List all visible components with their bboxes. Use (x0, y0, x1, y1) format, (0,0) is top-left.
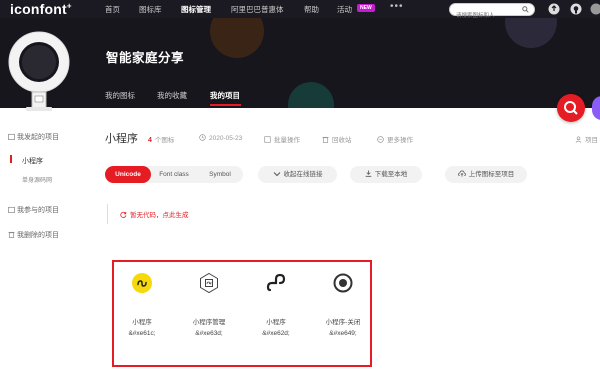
download-local-button[interactable]: 下载至本地 (350, 166, 422, 183)
edit-icon (264, 136, 271, 143)
nav-help[interactable]: 帮助 (304, 4, 319, 15)
icon-name: 小程序 (266, 319, 286, 326)
icon-code: &#xe649; (329, 330, 357, 337)
miniapp-yellow-icon (132, 273, 152, 293)
clock-icon (199, 134, 206, 141)
sidebar-item-miniapp[interactable]: 小程序 (22, 156, 43, 166)
icon-code: &#xe63d; (195, 330, 223, 337)
nav-icon-library[interactable]: 图标库 (139, 4, 162, 15)
user-avatar-icon[interactable] (590, 3, 600, 15)
refresh-icon (120, 211, 127, 218)
search-box[interactable] (449, 3, 535, 22)
generate-code-link[interactable]: 暂无代码，点此生成 (107, 204, 189, 224)
icon-card[interactable]: 小程序 &#xe61c; (110, 272, 174, 337)
project-banner (0, 18, 600, 108)
search-icon (564, 101, 578, 115)
search-icon[interactable] (522, 6, 529, 13)
icon-card[interactable]: 小程序 &#xe62d; (244, 272, 308, 337)
more-circle-icon (377, 136, 384, 143)
nav-activity[interactable]: 活动 (337, 4, 352, 15)
more-icon[interactable]: ••• (390, 1, 404, 12)
chevron-down-icon (273, 172, 280, 177)
nav-home[interactable]: 首页 (105, 4, 120, 15)
nav-icon-management[interactable]: 图标管理 (181, 4, 211, 15)
project-name: 小程序 (105, 133, 138, 145)
trash-icon (322, 136, 329, 143)
sidebar-section-initiated[interactable]: 我发起的项目 (8, 132, 59, 142)
icon-card[interactable]: 小程序管理 &#xe63d; (177, 272, 241, 337)
icon-name: 小程序-关闭 (325, 319, 361, 326)
icon-code: &#xe62d; (262, 330, 290, 337)
miniapp-s-icon (266, 273, 286, 292)
cloud-upload-icon (457, 170, 466, 177)
floating-purple-button[interactable] (592, 96, 600, 120)
code-mode-tabs: Unicode Font class Symbol (105, 166, 243, 183)
active-tab-indicator (210, 104, 241, 106)
decor-blob (288, 82, 334, 108)
nav-alibaba-font[interactable]: 阿里巴巴普惠体 (231, 4, 284, 15)
icon-code: &#xe61c; (128, 330, 156, 337)
user-icon (575, 136, 582, 143)
miniapp-close-icon (333, 273, 353, 293)
decor-blob (210, 18, 264, 58)
batch-operation-button[interactable]: 批量操作 (264, 134, 300, 144)
sidebar-active-indicator (10, 155, 12, 163)
download-icon (365, 170, 372, 177)
decor-blob (505, 18, 557, 48)
tab-unicode[interactable]: Unicode (105, 166, 151, 183)
folder-icon (8, 206, 15, 213)
project-avatar (8, 31, 70, 111)
collapse-online-link-button[interactable]: 收起在线链接 (258, 166, 337, 183)
folder-icon (8, 133, 15, 140)
github-icon[interactable] (570, 3, 582, 15)
project-settings-link[interactable]: 项目 (575, 134, 598, 144)
sidebar-item-danshen[interactable]: 单身源码网 (22, 175, 52, 184)
icon-card[interactable]: 小程序-关闭 &#xe649; (311, 272, 375, 337)
tab-my-projects[interactable]: 我的项目 (210, 90, 240, 101)
icon-name: 小程序 (132, 319, 152, 326)
sidebar-section-joined[interactable]: 我参与的项目 (8, 205, 59, 215)
upload-cloud-icon[interactable] (548, 3, 560, 15)
recycle-bin-button[interactable]: 回收站 (322, 134, 352, 144)
floating-search-button[interactable] (557, 94, 585, 122)
sidebar-section-deleted[interactable]: 我删除的项目 (8, 230, 59, 240)
more-operations-button[interactable]: 更多操作 (377, 134, 413, 144)
tab-font-class[interactable]: Font class (151, 166, 197, 183)
top-nav: iconfont+ 首页 图标库 图标管理 阿里巴巴普惠体 帮助 活动 NEW … (0, 0, 600, 22)
iconfont-logo[interactable]: iconfont+ (10, 1, 72, 17)
upload-icon-button[interactable]: 上传图标至项目 (445, 166, 527, 183)
new-badge: NEW (357, 4, 375, 12)
icon-count: 4 个图标 (148, 137, 175, 144)
trash-icon (8, 231, 15, 238)
icon-name: 小程序管理 (192, 319, 226, 326)
tab-symbol[interactable]: Symbol (197, 166, 243, 183)
project-title: 智能家庭分享 (106, 51, 185, 65)
miniapp-manage-icon (200, 272, 218, 294)
tab-my-favorites[interactable]: 我的收藏 (157, 90, 187, 101)
tab-my-icons[interactable]: 我的图标 (105, 90, 135, 101)
project-date: 2020-05-23 (199, 134, 242, 142)
